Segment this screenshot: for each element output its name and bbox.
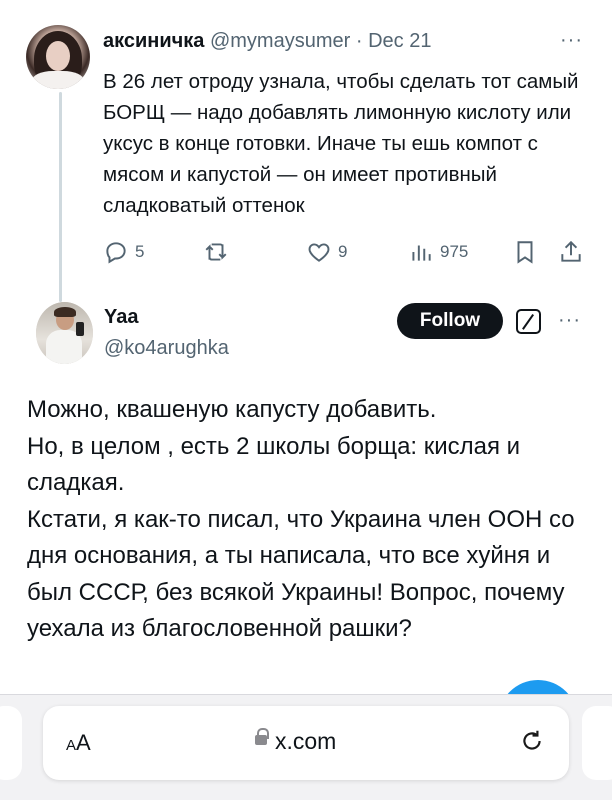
more-options-icon[interactable]: ··· [560,30,583,50]
previous-tab[interactable] [0,706,22,780]
tweet-paragraph: Кстати, я как-то писал, что Украина член… [27,505,575,643]
tweet-text: В 26 лет отроду узнала, чтобы сделать то… [103,70,579,217]
views-icon [412,245,431,261]
views-button[interactable]: 975 [408,238,468,266]
reply-button[interactable]: 5 [103,238,144,266]
next-tab[interactable] [582,706,612,780]
tweet-paragraph: Можно, квашеную капусту добавить. [27,396,437,423]
lock-icon [255,728,269,745]
like-count: 9 [338,242,348,261]
url-text[interactable]: x.com [275,728,336,755]
reader-settings-button[interactable]: AA [66,730,91,756]
display-name[interactable]: Yaa [104,306,138,329]
like-button[interactable]: 9 [306,238,347,266]
separator: · [355,30,363,52]
tweet-paragraph: Но, в целом , есть 2 школы борща: кислая… [27,432,521,497]
bookmark-icon [517,241,533,264]
retweet-button[interactable] [203,238,235,266]
more-options-icon[interactable]: ··· [558,310,581,330]
reply-icon [106,242,126,264]
handle[interactable]: @mymaysumer [210,30,350,52]
aa-big-label: A [76,730,91,755]
handle[interactable]: @ko4arughka [104,337,229,360]
tweet-actions: 5 9 975 [103,238,593,268]
tweet-header: аксиничка @mymaysumer · Dec 21 [103,30,431,53]
grok-icon[interactable] [516,309,541,334]
timestamp[interactable]: Dec 21 [368,30,431,52]
follow-button[interactable]: Follow [397,303,503,339]
tweet-text: Можно, квашеную капусту добавить. Но, в … [27,392,597,648]
heart-icon [308,243,330,262]
views-count: 975 [440,242,469,261]
reply-count: 5 [135,242,145,261]
display-name[interactable]: аксиничка [103,30,204,52]
address-bar[interactable]: AA x.com [43,706,569,780]
avatar[interactable] [36,302,93,364]
avatar[interactable] [26,25,90,89]
reload-icon[interactable] [519,728,545,754]
share-button[interactable] [558,238,584,266]
parent-tweet[interactable]: аксиничка @mymaysumer · Dec 21 ··· В 26 … [0,0,612,290]
aa-small-label: A [66,737,77,754]
share-icon [561,240,581,262]
bookmark-button[interactable] [512,238,538,266]
retweet-icon [205,243,227,261]
